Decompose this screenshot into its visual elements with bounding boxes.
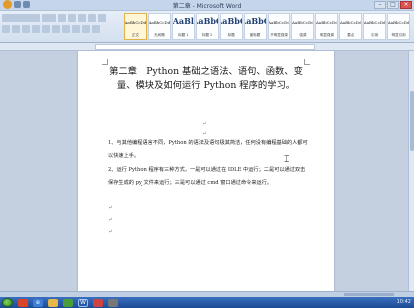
style-sample: AaBbCcDd [148, 20, 171, 25]
style-sample: AaBbCcDd [387, 20, 410, 25]
justify-icon[interactable] [92, 25, 100, 33]
app-icon-media[interactable] [93, 298, 103, 307]
window-title: 第二章 - Microsoft Word [172, 3, 242, 10]
shrink-font-icon[interactable] [68, 14, 76, 22]
zoom-slider[interactable] [344, 293, 394, 296]
align-center-icon[interactable] [72, 25, 80, 33]
style-tile[interactable]: AaBbCcDd 引用 [363, 13, 387, 40]
style-name: 强调 [299, 33, 307, 37]
app-icon-red[interactable] [18, 298, 28, 307]
scrollbar-thumb[interactable] [410, 91, 414, 151]
style-sample: AaBbCcDd [124, 20, 147, 25]
paragraph-1: 1、与其他编程语言不同，Python 的语法及语句极其简洁，任何没有编程基础的人… [108, 140, 308, 159]
highlight-icon[interactable] [42, 25, 50, 33]
style-tile[interactable]: AaBbCcDd 无间隔 [147, 13, 171, 40]
paragraph-2-text-b: 文件来运行；三是可以通过 cmd 窗口通过命令来运行。 [141, 179, 273, 186]
style-tile[interactable]: AaBbCcDd 要点 [339, 13, 363, 40]
italic-icon[interactable] [12, 25, 20, 33]
indent-icon[interactable] [98, 14, 106, 22]
style-sample: AaBbCcDd [339, 20, 362, 25]
minimize-button[interactable]: – [374, 1, 386, 9]
style-sample: AaBl [172, 16, 194, 26]
ie-icon[interactable]: e [33, 298, 43, 307]
horizontal-ruler[interactable] [0, 43, 414, 51]
paragraph-mark: ↵ [108, 205, 113, 211]
app-icon-gray[interactable] [108, 298, 118, 307]
paragraph-2: 2、运行 Python 程序有三种方式，一是可以通过在 IDLE 中运行；二是可… [108, 164, 308, 189]
style-tile[interactable]: AaBbC 副标题 [243, 13, 267, 40]
maximize-button[interactable]: □ [387, 1, 399, 9]
grow-font-icon[interactable] [58, 14, 66, 22]
style-name: 无间隔 [154, 33, 165, 37]
ribbon: AaBbCcDd正文AaBbCcDd无间隔AaBl标题 1AaBbC标题 2Aa… [0, 11, 414, 43]
vertical-scrollbar[interactable] [408, 51, 414, 291]
folder-icon[interactable] [48, 298, 58, 307]
style-sample: AaBbCcDd [363, 20, 386, 25]
style-name: 不明显强调 [270, 33, 288, 37]
style-tile[interactable]: AaBbC 标题 [219, 13, 243, 40]
taskbar: e W 10:42 [0, 297, 414, 308]
style-tile[interactable]: AaBl 标题 1 [171, 13, 195, 40]
styles-gallery: AaBbCcDd正文AaBbCcDd无间隔AaBl标题 1AaBbC标题 2Aa… [124, 13, 411, 41]
style-tile[interactable]: AaBbCcDd 正文 [124, 13, 147, 40]
style-name: 标题 [227, 33, 235, 37]
style-sample: AaBbCcDd [315, 20, 338, 25]
align-right-icon[interactable] [82, 25, 90, 33]
style-sample: AaBbCcDd [292, 20, 314, 25]
font-name-select[interactable] [2, 14, 40, 22]
taskbar-clock: 10:42 [396, 299, 411, 305]
style-name: 正文 [131, 33, 139, 37]
style-sample: AaBbC [197, 16, 218, 26]
word-icon[interactable]: W [78, 298, 88, 307]
bold-icon[interactable] [2, 25, 10, 33]
close-button[interactable]: × [400, 1, 412, 9]
style-name: 要点 [347, 33, 355, 37]
style-sample: AaBbC [221, 16, 242, 26]
app-icon-green[interactable] [63, 298, 73, 307]
start-button[interactable] [2, 298, 13, 307]
strikethrough-icon[interactable] [32, 25, 40, 33]
font-size-select[interactable] [42, 14, 56, 22]
paragraph-mark: ↵ [202, 121, 207, 127]
document-title: 第二章 Python 基础之语法、语句、函数、变量、模块及如何运行 Python… [109, 66, 303, 91]
style-name: 标题 2 [202, 33, 213, 37]
numbering-icon[interactable] [88, 14, 96, 22]
title-bar: 第二章 - Microsoft Word – □ × [0, 0, 414, 11]
paragraph-mark: ↵ [108, 229, 113, 235]
font-color-icon[interactable] [52, 25, 60, 33]
paragraph-mark: ↵ [108, 217, 113, 223]
style-tile[interactable]: AaBbC 标题 2 [195, 13, 219, 40]
document-workspace: 第二章 Python 基础之语法、语句、函数、变量、模块及如何运行 Python… [0, 51, 408, 291]
font-paragraph-group [2, 14, 120, 40]
underline-icon[interactable] [22, 25, 30, 33]
style-tile[interactable]: AaBbCcDd 强调 [291, 13, 315, 40]
document-page[interactable]: 第二章 Python 基础之语法、语句、函数、变量、模块及如何运行 Python… [78, 51, 334, 291]
style-name: 副标题 [249, 33, 261, 37]
style-name: 明显强调 [319, 33, 334, 37]
style-tile[interactable]: AaBbCcDd 不明显强调 [267, 13, 291, 40]
style-tile[interactable]: AaBbCcDd 明显强调 [315, 13, 339, 40]
align-left-icon[interactable] [62, 25, 70, 33]
style-name: 明显引用 [391, 33, 406, 37]
style-tile[interactable]: AaBbCcDd 明显引用 [387, 13, 411, 40]
window-controls: – □ × [374, 1, 412, 9]
ruler-text-area [95, 44, 315, 50]
bullets-icon[interactable] [78, 14, 86, 22]
style-sample: AaBbCcDd [268, 20, 290, 25]
style-name: 引用 [371, 33, 379, 37]
style-name: 标题 1 [178, 33, 189, 37]
style-sample: AaBbC [245, 16, 266, 26]
